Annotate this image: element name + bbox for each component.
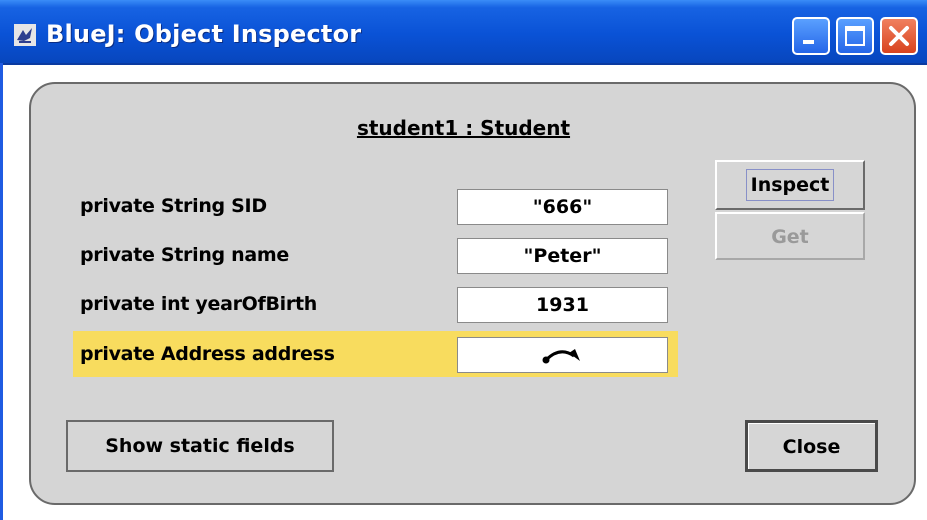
field-label: private int yearOfBirth [80, 293, 317, 315]
close-window-button[interactable] [880, 17, 918, 55]
object-title: student1 : Student [356, 116, 571, 140]
field-label: private String SID [80, 195, 267, 217]
title-bar[interactable]: BlueJ: Object Inspector [0, 0, 927, 65]
close-button[interactable]: Close [745, 420, 878, 472]
field-value [457, 337, 668, 373]
show-static-fields-button[interactable]: Show static fields [66, 420, 334, 472]
field-value: "Peter" [457, 238, 668, 274]
object-inspector-window: BlueJ: Object Inspector student1 : Stude… [0, 0, 927, 520]
object-reference-arrow-icon [542, 348, 580, 363]
field-row-sid[interactable]: private String SID "666" [73, 183, 678, 229]
close-icon [889, 26, 909, 46]
window-title: BlueJ: Object Inspector [46, 20, 362, 48]
field-value: "666" [457, 189, 668, 225]
get-button[interactable]: Get [715, 212, 865, 260]
field-label: private Address address [80, 343, 335, 365]
inspect-button-label: Inspect [745, 169, 835, 201]
field-label: private String name [80, 244, 289, 266]
field-row-year-of-birth[interactable]: private int yearOfBirth 1931 [73, 281, 678, 327]
bluej-bird-icon [14, 24, 36, 46]
field-value: 1931 [457, 287, 668, 323]
maximize-icon [845, 26, 865, 46]
field-row-name[interactable]: private String name "Peter" [73, 232, 678, 278]
inspect-button[interactable]: Inspect [715, 160, 865, 210]
minimize-icon [803, 40, 814, 44]
maximize-button[interactable] [836, 17, 874, 55]
field-row-address[interactable]: private Address address [73, 331, 678, 377]
minimize-button[interactable] [792, 17, 830, 55]
